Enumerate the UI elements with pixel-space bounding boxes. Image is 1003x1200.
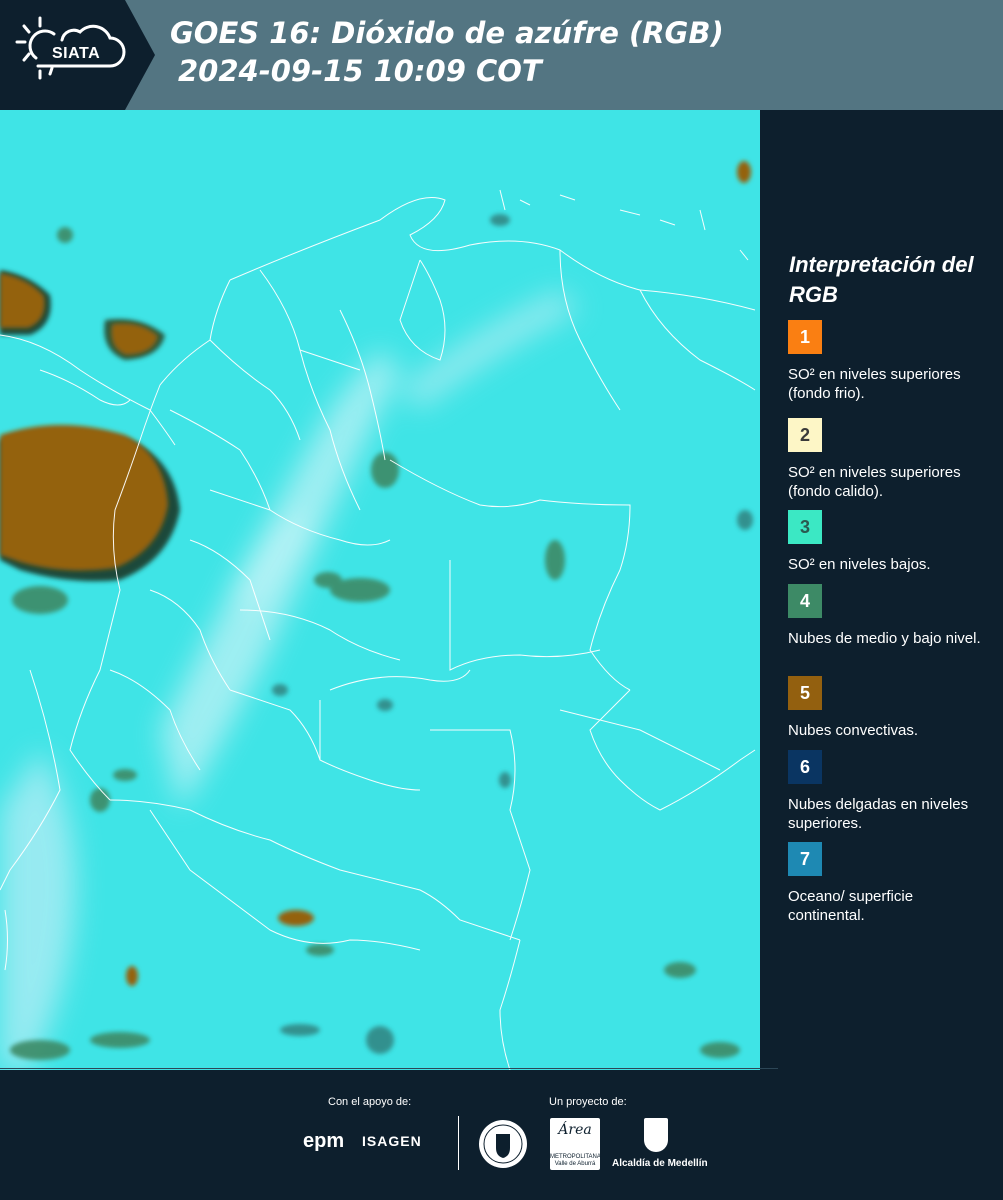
divider	[0, 1068, 778, 1069]
amva-subtitle: METROPOLITANA Valle de Aburrá	[550, 1154, 601, 1167]
legend-item-7: 7 Oceano/ superficie continental.	[788, 842, 988, 925]
siata-logo[interactable]: SIATA	[0, 0, 155, 110]
legend-swatch: 3	[788, 510, 822, 544]
legend-item-3: 3 SO² en niveles bajos.	[788, 510, 988, 574]
header: SIATA GOES 16: Dióxido de azúfre (RGB) 2…	[0, 0, 1003, 110]
legend-swatch: 5	[788, 676, 822, 710]
satellite-map[interactable]	[0, 110, 760, 1070]
legend-label: SO² en niveles bajos.	[788, 556, 931, 573]
medellin-shield-icon[interactable]	[644, 1118, 668, 1152]
legend-item-2: 2 SO² en niveles superiores (fondo calid…	[788, 418, 988, 501]
legend-swatch: 1	[788, 320, 822, 354]
legend-swatch: 2	[788, 418, 822, 452]
footer-divider	[458, 1116, 459, 1170]
amva-text: Área	[558, 1122, 592, 1138]
legend-item-4: 4 Nubes de medio y bajo nivel.	[788, 584, 988, 648]
legend-swatch: 6	[788, 750, 822, 784]
satellite-image	[0, 110, 760, 1070]
legend-swatch: 7	[788, 842, 822, 876]
legend-title: Interpretación del RGB	[789, 252, 974, 307]
logo-text: SIATA	[52, 45, 101, 62]
legend-label: SO² en niveles superiores (fondo calido)…	[788, 464, 961, 500]
seal-icon[interactable]	[478, 1118, 528, 1170]
legend-label: Nubes convectivas.	[788, 722, 919, 739]
legend-label: Nubes delgadas en niveles superiores.	[788, 796, 969, 832]
legend-swatch: 4	[788, 584, 822, 618]
medellin-label: Alcaldía de Medellín	[612, 1158, 708, 1169]
legend-label: SO² en niveles superiores (fondo frio).	[788, 366, 961, 402]
support-label: Con el apoyo de:	[328, 1096, 412, 1108]
legend-label: Nubes de medio y bajo nivel.	[788, 630, 981, 647]
legend-item-6: 6 Nubes delgadas en niveles superiores.	[788, 750, 988, 833]
epm-logo[interactable]: epm	[303, 1130, 344, 1153]
amva-logo[interactable]: Área METROPOLITANA Valle de Aburrá	[550, 1118, 601, 1170]
legend-item-1: 1 SO² en niveles superiores (fondo frio)…	[788, 320, 988, 403]
page-title: GOES 16: Dióxido de azúfre (RGB)	[170, 16, 724, 50]
isagen-logo[interactable]: ISAGEN	[362, 1133, 422, 1149]
legend-item-5: 5 Nubes convectivas.	[788, 676, 988, 740]
timestamp: 2024-09-15 10:09 COT	[178, 54, 542, 88]
project-label: Un proyecto de:	[549, 1096, 627, 1108]
legend-label: Oceano/ superficie continental.	[788, 888, 914, 924]
